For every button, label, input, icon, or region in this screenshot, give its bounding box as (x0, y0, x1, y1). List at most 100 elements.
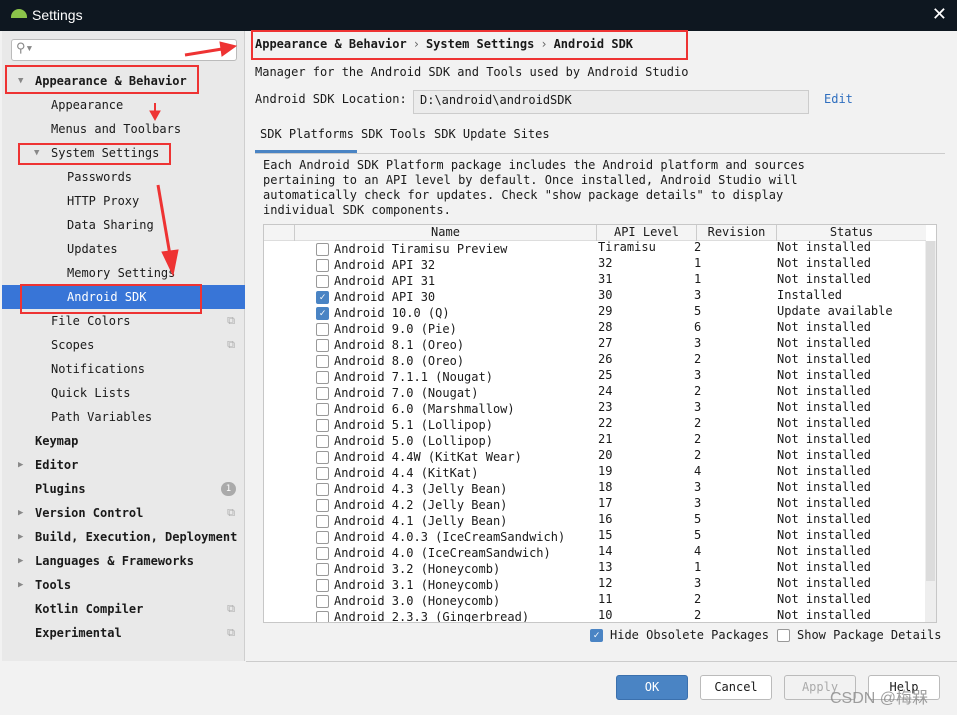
ok-button[interactable]: OK (616, 675, 688, 700)
revision: 3 (694, 336, 702, 350)
checkbox-unchecked-icon[interactable] (316, 531, 329, 544)
checkbox-unchecked-icon[interactable] (777, 629, 790, 642)
sidebar-item-label: Build, Execution, Deployment (35, 530, 238, 544)
api-level: 28 (598, 320, 613, 334)
android-logo-icon (11, 9, 27, 18)
table-row[interactable]: Android 2.3.3 (Gingerbread) 10 2 Not instal… (264, 608, 926, 622)
sidebar-item[interactable]: ▶ Build, Execution, Deployment (2, 525, 245, 549)
sidebar-item[interactable]: Notifications (2, 357, 245, 381)
status: Not installed (777, 544, 871, 558)
sidebar-item[interactable]: Passwords (2, 165, 245, 189)
sidebar-item[interactable]: Quick Lists (2, 381, 245, 405)
status: Not installed (777, 576, 871, 590)
expand-down-icon[interactable]: ▼ (18, 69, 23, 93)
scrollbar-thumb[interactable] (926, 241, 935, 581)
status: Not installed (777, 320, 871, 334)
sidebar-item[interactable]: Scopes ⧉ (2, 333, 245, 357)
sidebar-item[interactable]: Data Sharing (2, 213, 245, 237)
checkbox-unchecked-icon[interactable] (316, 579, 329, 592)
close-icon[interactable]: ✕ (932, 4, 947, 25)
package-name: Android 4.4 (KitKat) (334, 466, 479, 480)
sidebar-item[interactable]: ▶ Tools (2, 573, 245, 597)
column-header-revision[interactable]: Revision (696, 225, 776, 241)
tab-sdk-update-sites[interactable]: SDK Update Sites (434, 126, 550, 153)
plugins-badge: 1 (221, 482, 236, 496)
watermark: CSDN @梅槑 (830, 690, 929, 707)
expand-right-icon[interactable]: ▶ (18, 501, 23, 525)
sidebar-item[interactable]: ▼ Appearance & Behavior (2, 69, 245, 93)
checkbox-unchecked-icon[interactable] (316, 243, 329, 256)
sidebar-item[interactable]: Memory Settings (2, 261, 245, 285)
checkbox-unchecked-icon[interactable] (316, 371, 329, 384)
checkbox-unchecked-icon[interactable] (316, 387, 329, 400)
sidebar-item-label: HTTP Proxy (67, 194, 140, 208)
breadcrumb-item[interactable]: Appearance & Behavior (255, 37, 407, 51)
checkbox-unchecked-icon[interactable] (316, 467, 329, 480)
expand-down-icon[interactable]: ▼ (34, 141, 39, 165)
checkbox-unchecked-icon[interactable] (316, 435, 329, 448)
checkbox-unchecked-icon[interactable] (316, 339, 329, 352)
sidebar-item[interactable]: ▶ Editor (2, 453, 245, 477)
checkbox-unchecked-icon[interactable] (316, 499, 329, 512)
checkbox-unchecked-icon[interactable] (316, 611, 329, 622)
checkbox-unchecked-icon[interactable] (316, 595, 329, 608)
revision: 2 (694, 240, 702, 254)
checkbox-unchecked-icon[interactable] (316, 355, 329, 368)
column-header-api-level[interactable]: API Level (596, 225, 696, 241)
sidebar-item[interactable]: ▼ System Settings (2, 141, 245, 165)
api-level: 13 (598, 560, 613, 574)
sidebar-item[interactable]: ▶ Version Control ⧉ (2, 501, 245, 525)
sidebar-item[interactable]: Android SDK (2, 285, 245, 309)
tab-sdk-platforms[interactable]: SDK Platforms (255, 126, 357, 153)
edit-link[interactable]: Edit (824, 92, 853, 106)
checkbox-checked-icon[interactable]: ✓ (590, 629, 603, 642)
table-scrollbar[interactable] (925, 241, 936, 622)
column-header-status[interactable]: Status (776, 225, 926, 241)
package-name: Android 7.0 (Nougat) (334, 386, 479, 400)
sidebar-item[interactable]: Updates (2, 237, 245, 261)
checkbox-unchecked-icon[interactable] (316, 515, 329, 528)
sidebar-item-label: Data Sharing (67, 218, 154, 232)
checkbox-unchecked-icon[interactable] (316, 259, 329, 272)
checkbox-unchecked-icon[interactable] (316, 563, 329, 576)
sidebar-item[interactable]: File Colors ⧉ (2, 309, 245, 333)
sidebar-item[interactable]: Experimental ⧉ (2, 621, 245, 645)
package-name: Android 3.1 (Honeycomb) (334, 578, 501, 592)
revision: 1 (694, 272, 702, 286)
status: Not installed (777, 480, 871, 494)
sidebar-item-label: Editor (35, 458, 79, 472)
expand-right-icon[interactable]: ▶ (18, 525, 23, 549)
revision: 3 (694, 496, 702, 510)
package-name: Android API 32 (334, 258, 436, 272)
checkbox-unchecked-icon[interactable] (316, 323, 329, 336)
column-header-name[interactable]: Name (294, 225, 596, 241)
sidebar-item[interactable]: Menus and Toolbars (2, 117, 245, 141)
tab-sdk-tools[interactable]: SDK Tools (361, 126, 426, 153)
sidebar-item[interactable]: HTTP Proxy (2, 189, 245, 213)
api-level: 32 (598, 256, 613, 270)
breadcrumb: Appearance & Behavior › System Settings › An… (255, 37, 633, 51)
sidebar-item[interactable]: Keymap (2, 429, 245, 453)
search-input[interactable]: ⚲▾ (11, 39, 237, 61)
checkbox-unchecked-icon[interactable] (316, 275, 329, 288)
checkbox-unchecked-icon[interactable] (316, 451, 329, 464)
checkbox-checked-icon[interactable]: ✓ (316, 291, 329, 304)
sidebar-item[interactable]: Appearance (2, 93, 245, 117)
cancel-button[interactable]: Cancel (700, 675, 772, 700)
expand-right-icon[interactable]: ▶ (18, 573, 23, 597)
sidebar-item[interactable]: ▶ Languages & Frameworks (2, 549, 245, 573)
sidebar-item[interactable]: Plugins 1 (2, 477, 245, 501)
sdk-location-field[interactable]: D:\android\androidSDK (413, 90, 809, 114)
sidebar-item[interactable]: Path Variables (2, 405, 245, 429)
checkbox-unchecked-icon[interactable] (316, 419, 329, 432)
sidebar-item-label: Experimental (35, 626, 122, 640)
checkbox-unchecked-icon[interactable] (316, 483, 329, 496)
checkbox-unchecked-icon[interactable] (316, 547, 329, 560)
checkbox-checked-icon[interactable]: ✓ (316, 307, 329, 320)
api-level: 29 (598, 304, 613, 318)
breadcrumb-item[interactable]: System Settings (426, 37, 534, 51)
sidebar-item[interactable]: Kotlin Compiler ⧉ (2, 597, 245, 621)
expand-right-icon[interactable]: ▶ (18, 453, 23, 477)
checkbox-unchecked-icon[interactable] (316, 403, 329, 416)
expand-right-icon[interactable]: ▶ (18, 549, 23, 573)
